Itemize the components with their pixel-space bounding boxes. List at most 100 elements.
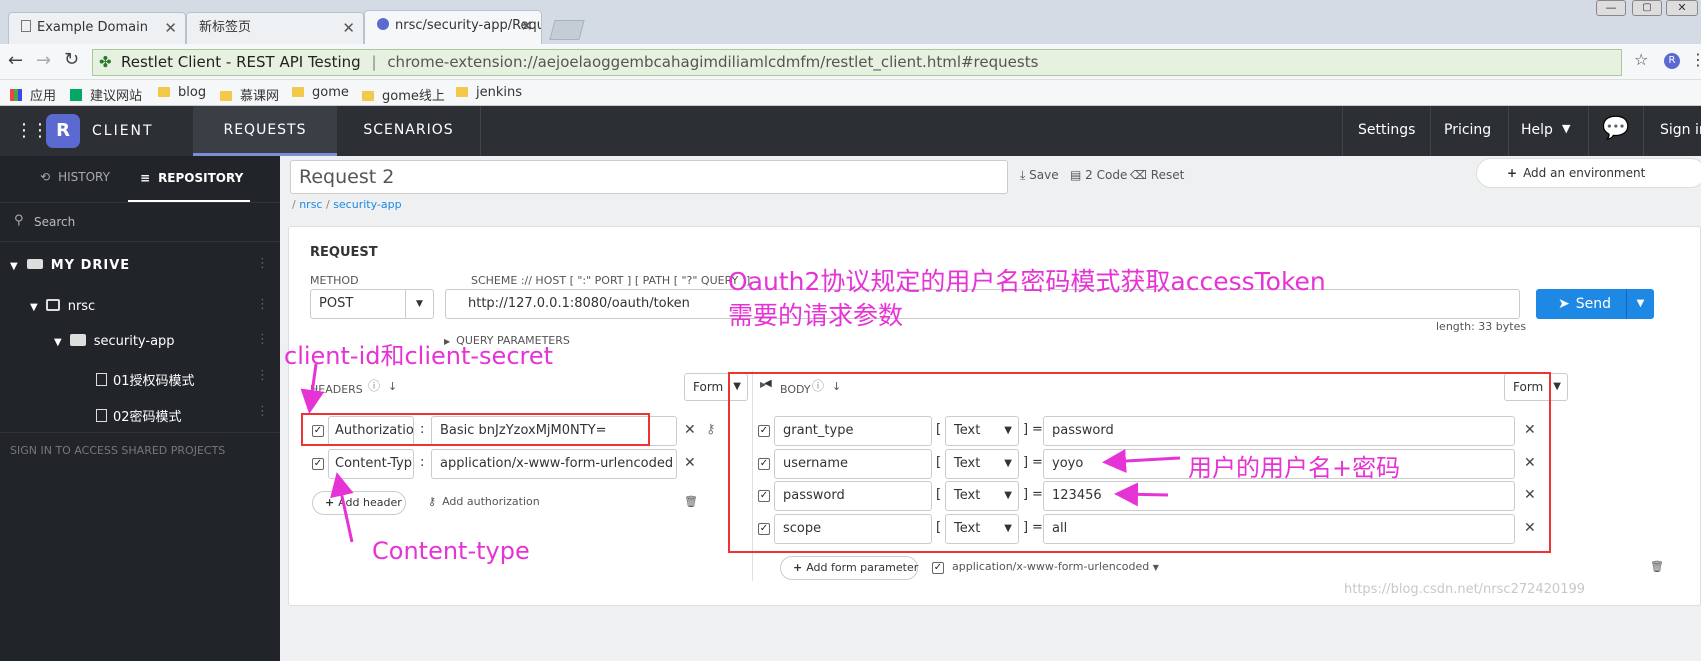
reset-button[interactable]: ⌫ Reset bbox=[1130, 168, 1184, 182]
sort-icon[interactable]: ↓ bbox=[388, 380, 397, 393]
request-label: 01授权码模式 bbox=[113, 374, 195, 389]
close-icon[interactable]: ✕ bbox=[342, 13, 355, 43]
request-item[interactable]: 02密码模式 bbox=[96, 406, 182, 425]
key-icon[interactable]: ⚷ bbox=[706, 422, 716, 437]
bookmark-label: 慕课网 bbox=[240, 89, 280, 104]
folder-security-app[interactable]: ▼ security-app bbox=[54, 334, 175, 349]
more-icon[interactable]: ⋮ bbox=[256, 256, 269, 271]
restlet-favicon-icon bbox=[377, 18, 389, 30]
maximize-button[interactable]: ▢ bbox=[1632, 0, 1662, 16]
send-button[interactable]: ➤ Send ▼ bbox=[1536, 289, 1654, 319]
header-enabled-checkbox[interactable]: ✓ bbox=[312, 458, 324, 470]
bookmark-item[interactable]: gome线上 bbox=[362, 85, 445, 104]
clock-icon: ⟲ bbox=[40, 170, 51, 184]
content-type-checkbox[interactable]: ✓ bbox=[932, 562, 944, 574]
window-close-button[interactable]: ✕ bbox=[1666, 0, 1698, 16]
trash-icon[interactable]: 🗑 bbox=[684, 495, 698, 508]
bookmark-label: 应用 bbox=[30, 89, 57, 104]
bookmark-item[interactable]: 建议网站 bbox=[70, 85, 142, 104]
content-type-select[interactable]: application/x-www-form-urlencoded ▼ bbox=[952, 560, 1159, 573]
help-menu[interactable]: Help bbox=[1521, 122, 1553, 138]
more-icon[interactable]: ⋮ bbox=[256, 297, 269, 312]
request-name-input[interactable]: Request 2 bbox=[290, 160, 1008, 194]
header-key-input[interactable]: Content-Typ bbox=[328, 449, 414, 479]
new-tab-button[interactable] bbox=[549, 20, 585, 40]
request-icon bbox=[96, 373, 107, 386]
remove-icon[interactable]: ✕ bbox=[684, 455, 696, 471]
more-icon[interactable]: ⋮ bbox=[256, 404, 269, 419]
divider bbox=[1342, 106, 1343, 156]
code-button[interactable]: ▤ 2 Code bbox=[1070, 168, 1127, 182]
trash-icon[interactable]: 🗑 bbox=[1650, 560, 1664, 573]
add-environment-button[interactable]: + Add an environment bbox=[1476, 158, 1701, 188]
forward-arrow-icon[interactable]: → bbox=[36, 50, 51, 71]
site-name: Restlet Client - REST API Testing bbox=[121, 53, 361, 71]
tab-repository[interactable]: ≡ REPOSITORY bbox=[128, 156, 250, 202]
plus-icon: + bbox=[793, 561, 803, 574]
caret-down-icon[interactable]: ▼ bbox=[1626, 289, 1654, 319]
breadcrumb-item[interactable]: nrsc bbox=[299, 198, 322, 211]
tab-history[interactable]: ⟲ HISTORY bbox=[40, 170, 110, 184]
watermark: https://blog.csdn.net/nrsc272420199 bbox=[1344, 582, 1586, 597]
add-form-parameter-button[interactable]: + Add form parameter bbox=[780, 556, 918, 580]
header-value-input[interactable]: application/x-www-form-urlencoded bbox=[431, 449, 677, 479]
add-env-label: Add an environment bbox=[1523, 166, 1646, 180]
scheme-label: SCHEME :// HOST [ ":" PORT ] [ PATH [ "?… bbox=[471, 274, 751, 287]
divider bbox=[1643, 106, 1644, 156]
browser-tab[interactable]: Example Domain ✕ bbox=[8, 12, 186, 44]
tab-scenarios[interactable]: SCENARIOS bbox=[337, 106, 481, 156]
annotation-text: 用户的用户名+密码 bbox=[1188, 454, 1401, 482]
extension-icon[interactable]: R bbox=[1664, 53, 1680, 69]
caret-down-icon: ▼ bbox=[1553, 381, 1561, 392]
star-icon[interactable]: ☆ bbox=[1634, 50, 1648, 69]
tab-requests[interactable]: REQUESTS bbox=[193, 106, 337, 156]
bing-icon bbox=[70, 89, 82, 101]
settings-link[interactable]: Settings bbox=[1358, 122, 1415, 138]
project-nrsc[interactable]: ▼ nrsc bbox=[30, 299, 95, 314]
url-bar[interactable]: ✤ Restlet Client - REST API Testing | ch… bbox=[92, 49, 1622, 76]
save-button[interactable]: ⤓ Save bbox=[1020, 168, 1059, 183]
close-icon[interactable]: ✕ bbox=[164, 13, 177, 43]
folder-icon bbox=[362, 91, 374, 101]
search-box[interactable]: ⚲ Search bbox=[0, 202, 280, 242]
project-label: nrsc bbox=[67, 299, 96, 314]
add-authorization-button[interactable]: ⚷ Add authorization bbox=[428, 495, 540, 508]
reload-icon[interactable]: ↻ bbox=[64, 49, 79, 70]
minimize-button[interactable]: — bbox=[1596, 0, 1626, 16]
add-header-button[interactable]: + Add header bbox=[312, 491, 406, 515]
tab-label: SCENARIOS bbox=[363, 122, 454, 138]
more-icon[interactable]: ⋮ bbox=[256, 332, 269, 347]
my-drive[interactable]: ▼ MY DRIVE bbox=[10, 258, 130, 273]
key-icon: ⚷ bbox=[428, 495, 437, 508]
bookmark-item[interactable]: gome bbox=[292, 85, 349, 100]
sign-in-note[interactable]: SIGN IN TO ACCESS SHARED PROJECTS bbox=[10, 444, 225, 457]
divider bbox=[1430, 106, 1431, 156]
bookmark-item[interactable]: blog bbox=[158, 85, 206, 100]
folder-icon bbox=[69, 334, 86, 346]
caret-down-icon: ▼ bbox=[54, 337, 62, 348]
breadcrumb-item[interactable]: security-app bbox=[333, 198, 401, 211]
more-icon[interactable]: ⋮ bbox=[256, 368, 269, 383]
method-select[interactable]: POST ▼ bbox=[310, 289, 434, 319]
tab-label: REPOSITORY bbox=[158, 171, 244, 185]
request-item[interactable]: 01授权码模式 bbox=[96, 370, 195, 389]
browser-tab[interactable]: 新标签页 ✕ bbox=[186, 12, 364, 44]
info-icon[interactable]: ⓘ bbox=[368, 377, 380, 394]
project-icon bbox=[45, 299, 60, 311]
bookmark-label: jenkins bbox=[476, 85, 523, 100]
pricing-link[interactable]: Pricing bbox=[1444, 122, 1491, 138]
chat-icon[interactable]: 💬 bbox=[1602, 116, 1629, 141]
section-title: REQUEST bbox=[310, 245, 378, 260]
download-icon: ⤓ bbox=[1020, 168, 1026, 182]
remove-icon[interactable]: ✕ bbox=[684, 422, 696, 438]
sign-in-link[interactable]: Sign in bbox=[1660, 122, 1701, 138]
close-icon[interactable]: ✕ bbox=[520, 11, 533, 41]
menu-icon[interactable]: ⋮ bbox=[1690, 50, 1701, 69]
bookmark-apps[interactable]: 应用 bbox=[10, 85, 56, 104]
browser-tab-bar: Example Domain ✕ 新标签页 ✕ nrsc/security-app/… bbox=[0, 0, 1701, 44]
back-arrow-icon[interactable]: ← bbox=[8, 50, 23, 71]
bookmark-item[interactable]: jenkins bbox=[456, 85, 522, 100]
annotation-text: client-id和client-secret bbox=[284, 342, 554, 370]
bookmark-item[interactable]: 慕课网 bbox=[220, 85, 279, 104]
browser-tab-active[interactable]: nrsc/security-app/Requ ✕ bbox=[364, 10, 542, 44]
